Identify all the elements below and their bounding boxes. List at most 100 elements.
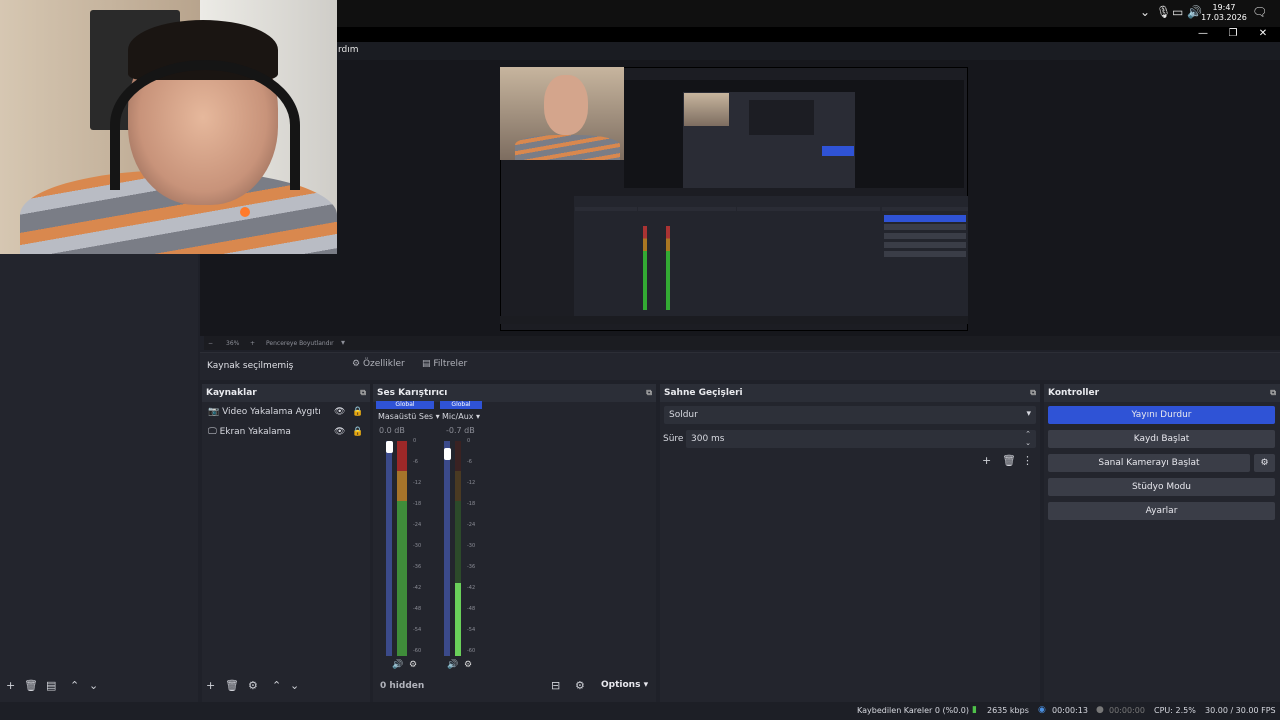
arrow-up-icon[interactable]: ⌃ xyxy=(70,679,79,692)
monitor-icon: 🖵 xyxy=(208,427,217,437)
channel-db: -0.7 dB xyxy=(446,426,475,435)
studio-mode-button[interactable]: Stüdyo Modu xyxy=(1048,478,1275,496)
tick-label: -18 xyxy=(467,501,476,507)
settings-button[interactable]: Ayarlar xyxy=(1048,502,1275,520)
arrow-up-icon[interactable]: ⌃ xyxy=(272,679,281,692)
channel-name[interactable]: Masaüstü Ses ▾ xyxy=(378,412,440,421)
chevron-down-icon: ▾ xyxy=(1026,409,1031,419)
link-icon[interactable]: ⚙ xyxy=(575,679,585,692)
options-button[interactable]: Options ▾ xyxy=(601,680,648,690)
preview-inner-dock-mixer xyxy=(638,207,736,211)
microphone-icon[interactable]: 🎙 xyxy=(1156,5,1171,19)
no-source-label: Kaynak seçilmemiş xyxy=(207,361,294,371)
source-item-screen[interactable]: 🖵 Ekran Yakalama 👁 🔒 xyxy=(202,422,370,442)
zoom-dropdown-icon[interactable]: ▾ xyxy=(341,338,345,347)
speaker-icon[interactable]: 🔊 xyxy=(447,660,458,670)
add-icon[interactable]: + xyxy=(982,454,991,467)
tick-label: -24 xyxy=(413,522,422,528)
lock-icon[interactable]: 🔒 xyxy=(352,422,363,442)
add-icon[interactable]: + xyxy=(206,679,215,692)
virtual-camera-button[interactable]: Sanal Kamerayı Başlat xyxy=(1048,454,1250,472)
arrow-down-icon[interactable]: ⌄ xyxy=(89,679,98,692)
tick-label: -6 xyxy=(467,459,472,465)
properties-label: Özellikler xyxy=(362,359,405,369)
tick-label: -36 xyxy=(413,564,422,570)
eye-icon[interactable]: 👁 xyxy=(334,402,345,422)
volume-slider-track[interactable] xyxy=(386,441,392,656)
close-button[interactable]: ✕ xyxy=(1248,27,1278,42)
record-time: 00:00:00 xyxy=(1109,706,1145,715)
zoom-value: 36% xyxy=(226,340,240,347)
trash-icon[interactable]: 🗑 xyxy=(225,679,239,692)
layout-icon[interactable]: ⊟ xyxy=(551,679,560,692)
duration-spinbox[interactable]: 300 ms ⌃ ⌄ xyxy=(686,430,1036,448)
gear-icon[interactable]: ⚙ xyxy=(248,679,258,692)
tick-label: -12 xyxy=(413,480,422,486)
tick-label: -54 xyxy=(467,627,476,633)
trash-icon[interactable]: 🗑 xyxy=(1002,454,1016,467)
chevron-up-icon[interactable]: ⌄ xyxy=(1140,5,1150,19)
zoom-bar xyxy=(204,336,1280,350)
volume-slider-track[interactable] xyxy=(444,441,450,656)
taskbar-clock[interactable]: 19:47 17.03.2026 xyxy=(1198,3,1250,23)
preview-inner-dock-controls xyxy=(882,207,968,211)
transition-selected: Soldur xyxy=(669,410,698,420)
float-icon[interactable]: ⧉ xyxy=(360,384,366,402)
source-item-video[interactable]: 📷 Video Yakalama Aygıtı 👁 🔒 xyxy=(202,402,370,422)
channel-badge: Global xyxy=(376,401,434,409)
options-label: Options xyxy=(601,680,641,690)
channel-name-label: Masaüstü Ses xyxy=(378,412,434,421)
add-icon[interactable]: + xyxy=(6,679,15,692)
volume-slider-handle[interactable] xyxy=(386,441,393,453)
signal-icon: ▮ xyxy=(972,705,977,715)
zoom-out-button[interactable]: − xyxy=(208,340,213,347)
controls-title-text: Kontroller xyxy=(1048,388,1100,398)
menu-partial-text: rdım xyxy=(338,45,359,55)
float-icon[interactable]: ⧉ xyxy=(1270,384,1276,402)
webcam-feed xyxy=(0,0,337,254)
more-icon[interactable]: ⋮ xyxy=(1022,454,1033,467)
minimize-button[interactable]: — xyxy=(1188,27,1218,42)
sources-toolbar: + 🗑 ⚙ ⌃ ⌄ xyxy=(202,677,370,697)
virtual-camera-settings-button[interactable]: ⚙ xyxy=(1254,454,1275,472)
arrow-down-icon[interactable]: ⌄ xyxy=(290,679,299,692)
stream-icon: ◉ xyxy=(1038,705,1046,715)
channel-db: 0.0 dB xyxy=(379,426,405,435)
filter-icon[interactable]: ▤ xyxy=(46,679,56,692)
hidden-count: 0 hidden xyxy=(380,681,425,691)
network-icon[interactable]: ▭ xyxy=(1172,5,1183,19)
tick-label: -54 xyxy=(413,627,422,633)
lock-icon[interactable]: 🔒 xyxy=(352,402,363,422)
preview-inner-toolbar xyxy=(500,316,968,324)
speaker-icon[interactable]: 🔊 xyxy=(392,660,403,670)
start-recording-button[interactable]: Kaydı Başlat xyxy=(1048,430,1275,448)
stop-stream-button[interactable]: Yayını Durdur xyxy=(1048,406,1275,424)
mixer-title-text: Ses Karıştırıcı xyxy=(377,388,448,398)
preview-inner-cam xyxy=(684,93,729,126)
webcam-headset xyxy=(110,60,300,190)
transition-select[interactable]: Soldur ▾ xyxy=(664,406,1036,424)
level-meter xyxy=(455,441,461,656)
properties-button[interactable]: ⚙ Özellikler xyxy=(352,359,405,369)
zoom-in-button[interactable]: + xyxy=(250,340,255,347)
transitions-title-text: Sahne Geçişleri xyxy=(664,388,743,398)
mixer-toolbar: 0 hidden ⊟ ⚙ Options ▾ xyxy=(373,677,656,697)
tick-label: -60 xyxy=(413,648,422,654)
filters-button[interactable]: ▤ Filtreler xyxy=(422,359,467,369)
eye-icon[interactable]: 👁 xyxy=(334,422,345,442)
preview-inner-btn-2 xyxy=(884,224,966,230)
restore-button[interactable]: ❐ xyxy=(1218,27,1248,42)
float-icon[interactable]: ⧉ xyxy=(1030,384,1036,402)
preview-inner-meter-1 xyxy=(643,226,647,310)
mixer-title: Ses Karıştırıcı ⧉ xyxy=(373,384,656,402)
sources-dock: Kaynaklar ⧉ 📷 Video Yakalama Aygıtı 👁 🔒 … xyxy=(202,384,370,702)
preview-inner-btn-4 xyxy=(884,242,966,248)
notification-icon[interactable]: 🗨 xyxy=(1252,5,1267,19)
float-icon[interactable]: ⧉ xyxy=(646,384,652,402)
volume-slider-handle[interactable] xyxy=(444,448,451,460)
tick-label: -30 xyxy=(467,543,476,549)
trash-icon[interactable]: 🗑 xyxy=(24,679,38,692)
channel-name[interactable]: Mic/Aux ▾ xyxy=(442,412,480,421)
zoom-mode[interactable]: Pencereye Boyutlandır xyxy=(266,340,334,347)
camera-icon: 📷 xyxy=(208,407,220,417)
